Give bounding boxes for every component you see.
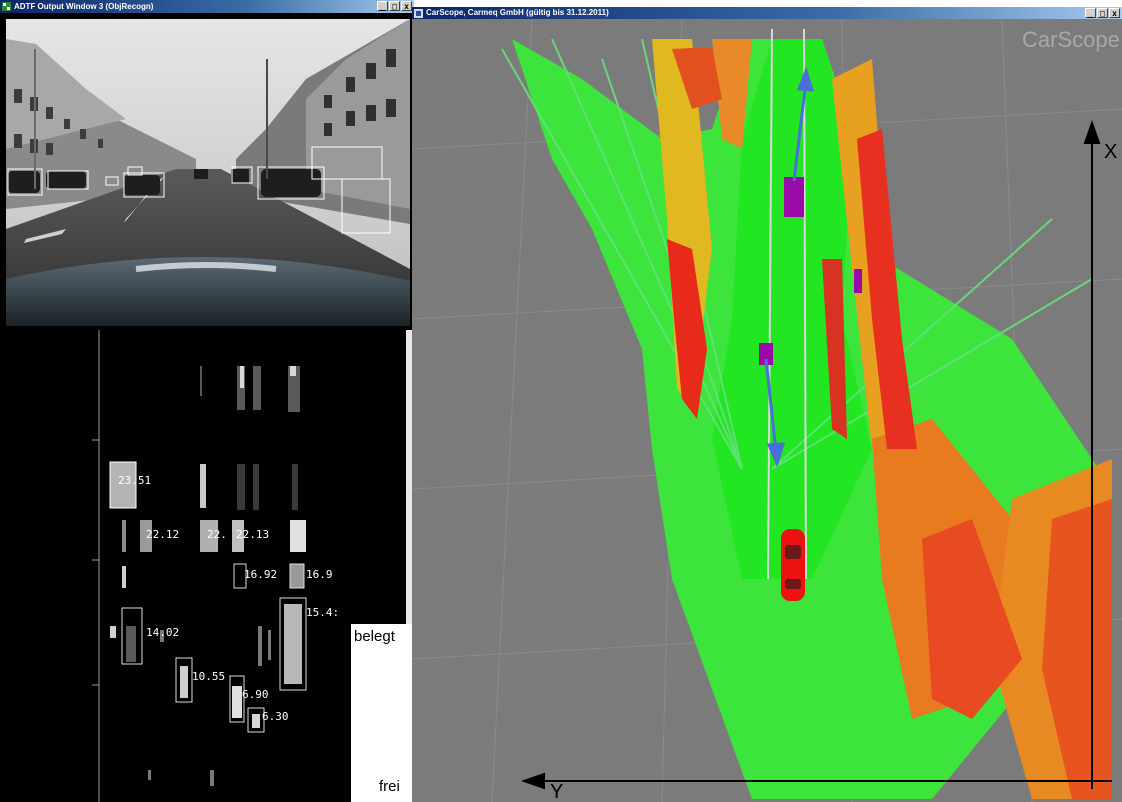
maximize-button[interactable]: □	[389, 1, 400, 11]
minimize-button[interactable]: _	[1085, 8, 1096, 18]
legend-free-label: frei	[379, 778, 400, 795]
occupancy-grid-canvas: CarScope	[412, 19, 1122, 802]
carscope-window-titlebar[interactable]: CarScope, Carmeq GmbH (gültig bis 31.12.…	[412, 7, 1122, 19]
street-camera-image	[6, 19, 410, 326]
object-distance-label: 6.30	[262, 710, 289, 723]
camera-window-title: ADTF Output Window 3 (ObjRecogn)	[14, 2, 154, 11]
carscope-watermark: CarScope	[1022, 27, 1120, 52]
close-button[interactable]: x	[1109, 8, 1120, 18]
object-distance-label: 15.4:	[306, 606, 340, 619]
carscope-window: CarScope, Carmeq GmbH (gültig bis 31.12.…	[412, 7, 1122, 802]
carscope-window-title: CarScope, Carmeq GmbH (gültig bis 31.12.…	[426, 8, 609, 17]
object-distance-label: 16.92	[244, 568, 278, 581]
maximize-button[interactable]: □	[1097, 8, 1108, 18]
app-icon	[414, 9, 423, 18]
camera-view	[6, 19, 410, 326]
object-distance-label: 16.9	[306, 568, 333, 581]
x-axis-label: X	[1104, 141, 1118, 163]
object-distance-label: 23.51	[118, 474, 152, 487]
legend-occupied-label: belegt	[354, 628, 395, 645]
object-distance-label: 22.13	[236, 528, 270, 541]
tracked-object	[784, 177, 804, 217]
ego-car-icon	[781, 529, 805, 601]
object-distance-label: 10.55	[192, 670, 226, 683]
app-icon	[2, 2, 11, 11]
object-distance-label: 22.12	[146, 528, 180, 541]
object-distance-label: 6.90	[242, 688, 269, 701]
minimize-button[interactable]: _	[377, 1, 388, 11]
camera-window: ADTF Output Window 3 (ObjRecogn) _ □ x	[0, 0, 414, 330]
object-distance-label: 22.	[207, 528, 227, 541]
camera-window-titlebar[interactable]: ADTF Output Window 3 (ObjRecogn) _ □ x	[0, 0, 414, 13]
object-distance-label: 14.02	[146, 626, 180, 639]
y-axis-label: Y	[550, 781, 564, 802]
occupancy-grid-view: CarScope X Y	[412, 19, 1122, 802]
close-button[interactable]: x	[401, 1, 412, 11]
